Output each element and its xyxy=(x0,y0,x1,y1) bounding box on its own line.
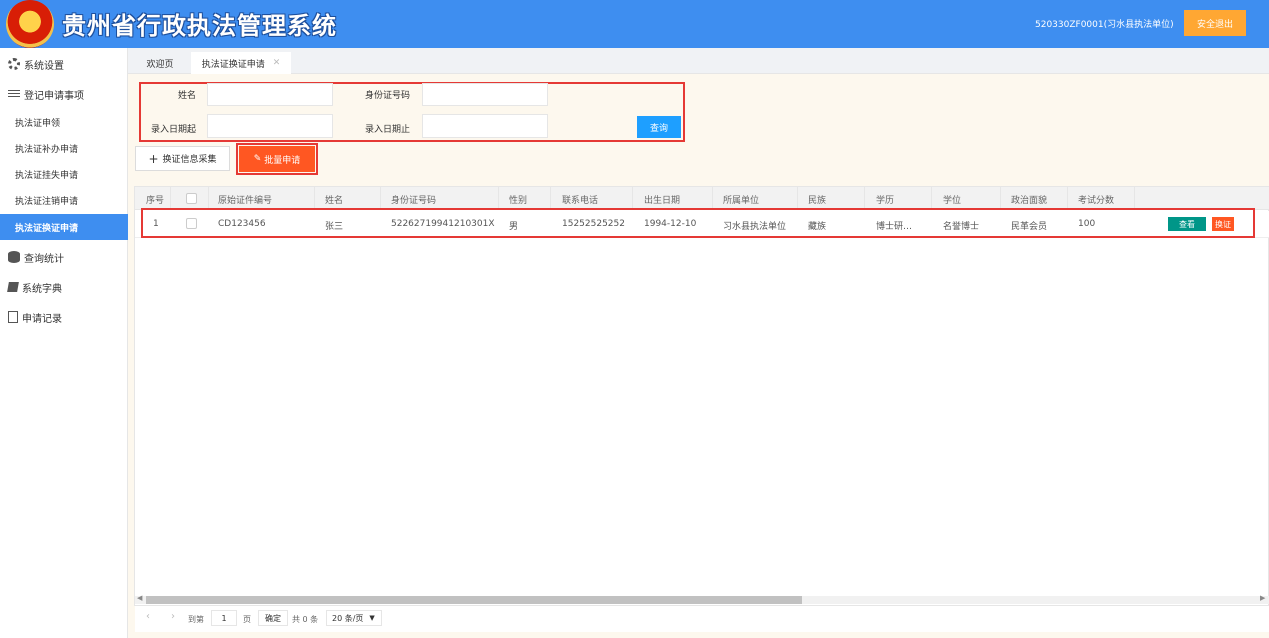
filter-icon xyxy=(8,88,20,100)
sidebar-item-statistics[interactable]: 查询统计 xyxy=(0,244,128,270)
date-end-input[interactable] xyxy=(422,114,548,138)
column-divider xyxy=(498,187,499,210)
column-header: 姓名 xyxy=(325,196,344,206)
column-divider xyxy=(208,187,209,210)
sidebar-item-registration[interactable]: 登记申请事项 xyxy=(0,81,128,107)
column-header: 联系电话 xyxy=(562,196,599,206)
close-icon[interactable]: ✕ xyxy=(273,58,281,68)
sidebar: 系统设置 登记申请事项 执法证申领 执法证补办申请 执法证挂失申请 执法证注销申… xyxy=(0,48,128,638)
tab-label: 欢迎页 xyxy=(146,59,174,70)
name-label: 姓名 xyxy=(178,91,197,101)
page-unit-label: 页 xyxy=(243,615,251,624)
page-size-value: 20 条/页 xyxy=(332,613,364,623)
book-icon xyxy=(7,282,19,292)
collect-info-label: 换证信息采集 xyxy=(162,155,217,165)
scrollbar-thumb[interactable] xyxy=(146,596,802,604)
plus-icon: + xyxy=(148,151,159,166)
sidebar-item-label: 查询统计 xyxy=(24,253,64,265)
column-divider xyxy=(550,187,551,210)
chevron-down-icon: ▼ xyxy=(369,614,375,622)
select-all-checkbox[interactable] xyxy=(186,193,197,204)
batch-apply-button[interactable]: ✎ 批量申请 xyxy=(239,146,315,172)
column-divider xyxy=(380,187,381,210)
gear-icon xyxy=(8,58,20,70)
column-header: 序号 xyxy=(146,196,165,206)
column-header: 性别 xyxy=(509,196,528,206)
total-count: 共 0 条 xyxy=(292,615,319,624)
tab-welcome[interactable]: 欢迎页 xyxy=(136,52,184,74)
date-start-input[interactable] xyxy=(207,114,333,138)
tab-renew-application[interactable]: 执法证换证申请 ✕ xyxy=(191,52,291,74)
sidebar-subitem-loss[interactable]: 执法证挂失申请 xyxy=(0,161,128,187)
column-divider xyxy=(170,187,171,210)
column-header: 学历 xyxy=(876,196,895,206)
column-header: 所属单位 xyxy=(723,196,760,206)
id-number-label: 身份证号码 xyxy=(365,91,411,101)
app-header: ★ 贵州省行政执法管理系统 520330ZF0001(习水县执法单位) 安全退出 xyxy=(0,0,1269,48)
batch-apply-label: 批量申请 xyxy=(264,155,301,166)
name-input[interactable] xyxy=(207,83,333,106)
sidebar-item-system-settings[interactable]: 系统设置 xyxy=(0,51,128,77)
sidebar-item-records[interactable]: 申请记录 xyxy=(0,304,128,330)
column-divider xyxy=(1134,187,1135,210)
logout-button[interactable]: 安全退出 xyxy=(1184,10,1246,36)
sidebar-item-label: 系统设置 xyxy=(24,60,64,72)
sidebar-item-label: 系统字典 xyxy=(22,283,62,295)
user-info: 520330ZF0001(习水县执法单位) xyxy=(1035,20,1174,30)
sidebar-subitem-renew[interactable]: 执法证换证申请 xyxy=(0,214,128,240)
date-end-label: 录入日期止 xyxy=(365,125,411,135)
tab-bar: 欢迎页 执法证换证申请 ✕ xyxy=(128,48,1269,74)
confirm-page-button[interactable]: 确定 xyxy=(258,610,288,626)
date-start-label: 录入日期起 xyxy=(151,125,197,135)
highlight-box xyxy=(141,208,1255,238)
column-header: 原始证件编号 xyxy=(218,196,273,206)
sidebar-subitem-reissue[interactable]: 执法证补办申请 xyxy=(0,135,128,161)
sidebar-subitem-cancel[interactable]: 执法证注销申请 xyxy=(0,187,128,213)
column-divider xyxy=(864,187,865,210)
query-button[interactable]: 查询 xyxy=(637,116,681,138)
column-divider xyxy=(632,187,633,210)
sidebar-item-dictionary[interactable]: 系统字典 xyxy=(0,274,128,300)
column-header: 身份证号码 xyxy=(391,196,437,206)
column-header: 学位 xyxy=(943,196,962,206)
database-icon xyxy=(8,251,20,263)
collect-info-button[interactable]: + 换证信息采集 xyxy=(135,146,230,171)
prev-page-icon[interactable]: ‹ xyxy=(146,611,150,622)
data-table xyxy=(134,186,1269,606)
sidebar-subitem-apply[interactable]: 执法证申领 xyxy=(0,109,128,135)
column-divider xyxy=(314,187,315,210)
page-number-input[interactable]: 1 xyxy=(211,610,237,626)
column-divider xyxy=(712,187,713,210)
column-header: 考试分数 xyxy=(1078,196,1115,206)
next-page-icon[interactable]: › xyxy=(171,611,175,622)
tab-label: 执法证换证申请 xyxy=(201,59,265,70)
column-header: 出生日期 xyxy=(644,196,681,206)
scroll-right-icon[interactable]: ▶ xyxy=(1260,594,1265,602)
app-title: 贵州省行政执法管理系统 xyxy=(62,12,337,40)
column-divider xyxy=(797,187,798,210)
goto-label: 到第 xyxy=(188,615,204,624)
column-divider xyxy=(931,187,932,210)
id-number-input[interactable] xyxy=(422,83,548,106)
column-header: 政治面貌 xyxy=(1011,196,1048,206)
column-divider xyxy=(1067,187,1068,210)
scroll-left-icon[interactable]: ◀ xyxy=(137,594,142,602)
column-divider xyxy=(1000,187,1001,210)
sidebar-item-label: 登记申请事项 xyxy=(24,90,84,102)
national-emblem-icon: ★ xyxy=(6,0,54,48)
page-size-select[interactable]: 20 条/页 ▼ xyxy=(326,610,382,626)
sidebar-item-label: 申请记录 xyxy=(22,313,62,325)
document-icon xyxy=(8,311,18,323)
pencil-icon: ✎ xyxy=(253,154,262,164)
column-header: 民族 xyxy=(808,196,827,206)
